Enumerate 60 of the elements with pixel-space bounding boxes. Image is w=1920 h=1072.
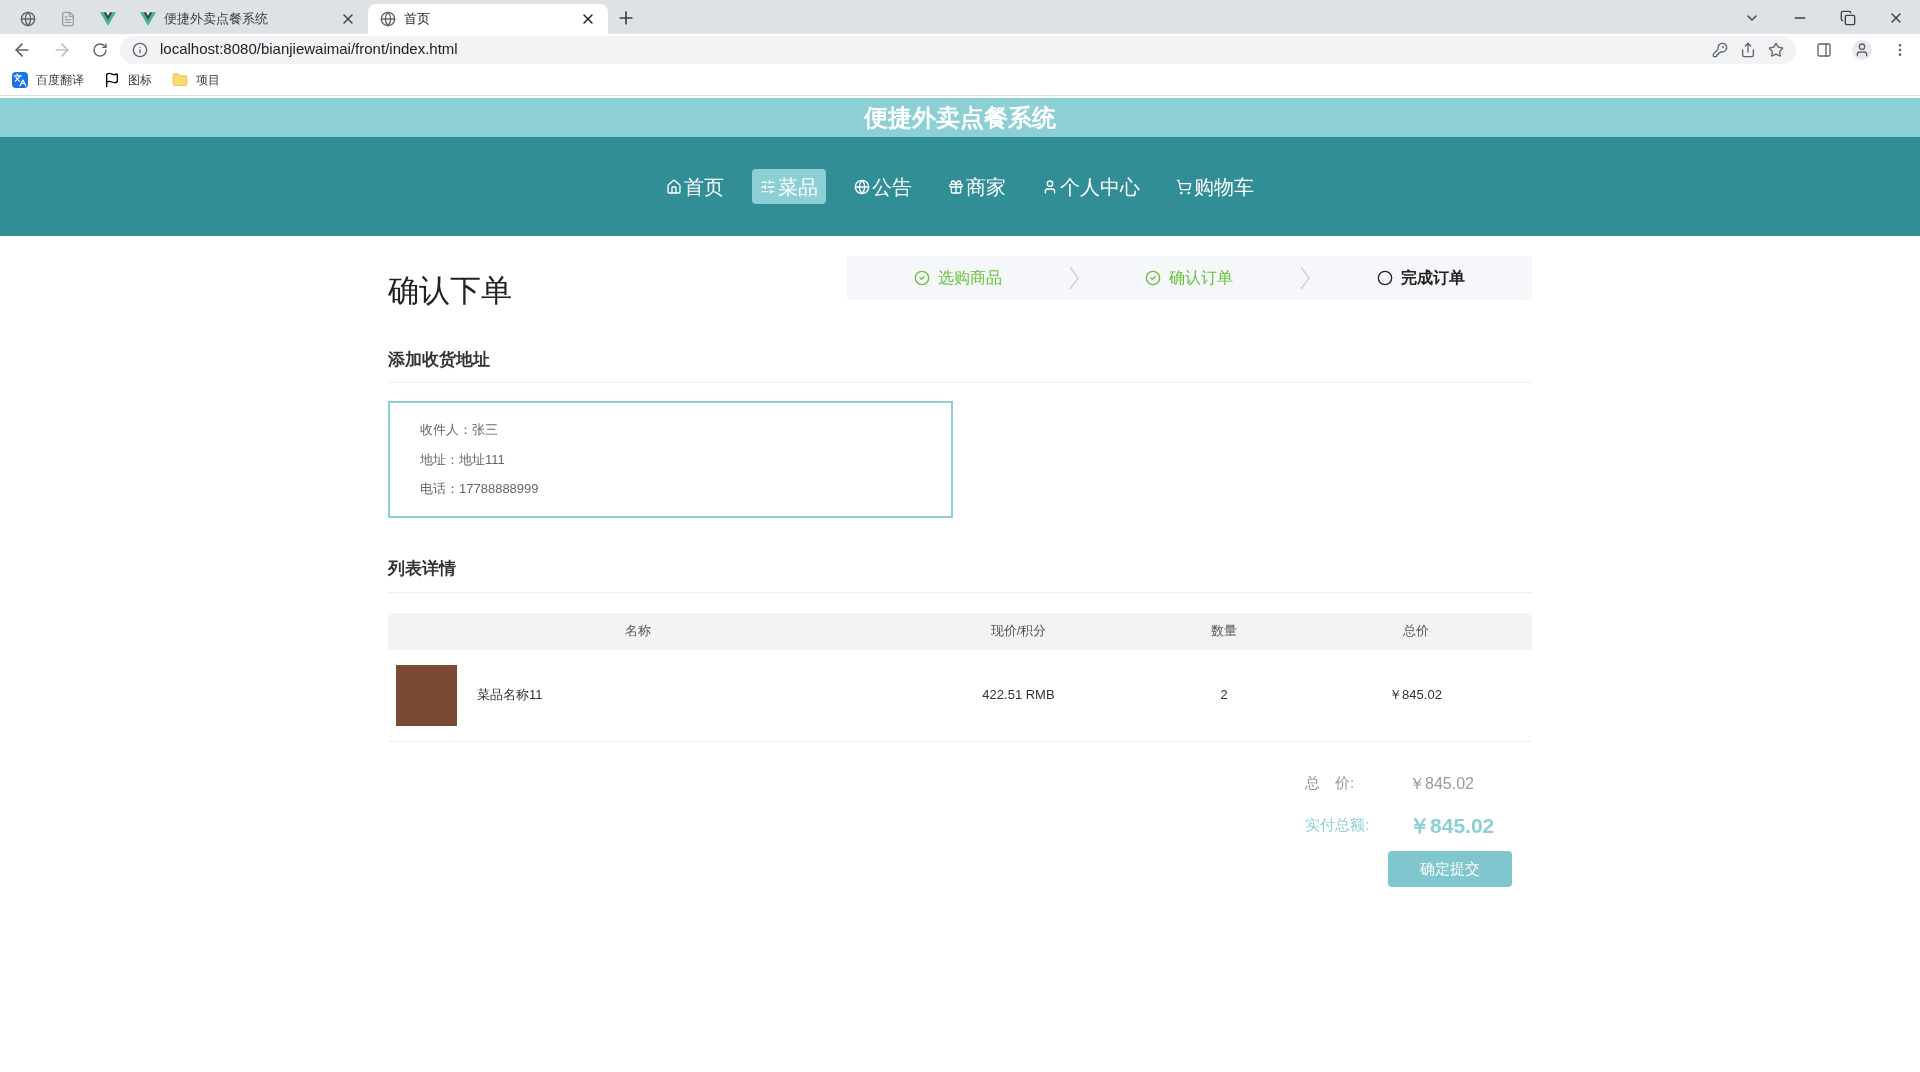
tab-title: 便捷外卖点餐系统 <box>164 10 269 29</box>
bookmark-link[interactable]: 项目 <box>196 71 220 89</box>
info-icon <box>132 41 148 58</box>
browser-tab[interactable]: 首页 <box>368 4 608 34</box>
browser-tab[interactable]: 便捷外卖点餐系统 <box>128 4 368 34</box>
site-title: 便捷外卖点餐系统 <box>864 102 1056 133</box>
translate-icon <box>12 72 28 88</box>
bookmark-link[interactable]: 百度翻译 <box>36 71 84 89</box>
column-header: 名称 <box>624 622 652 641</box>
step-label: 选购商品 <box>937 268 1002 288</box>
section-title: 添加收货地址 <box>388 348 491 371</box>
circle-icon <box>1377 270 1394 286</box>
gift-icon <box>948 178 964 195</box>
user-icon <box>1042 178 1058 195</box>
step-label: 确认订单 <box>1169 268 1234 288</box>
table-cell-text: 2 <box>1219 686 1229 705</box>
bookmark-link[interactable]: 图标 <box>128 71 152 89</box>
v-logo-icon <box>140 11 156 27</box>
profile-icon[interactable] <box>1852 39 1872 60</box>
v-logo-icon <box>100 11 116 27</box>
reload-icon[interactable] <box>92 41 108 58</box>
step-label: 完成订单 <box>1401 268 1466 288</box>
page-title: 确认下单 <box>388 272 512 310</box>
photo-placeholder <box>396 664 457 726</box>
column-header: 数量 <box>1210 622 1238 641</box>
address-card[interactable]: 收件人：张三 地址：地址111 电话：17788888999 <box>388 401 953 518</box>
globe-icon <box>20 11 36 27</box>
key-icon[interactable] <box>1712 41 1728 58</box>
folder-icon <box>172 72 188 88</box>
bookmark-star-icon[interactable] <box>1768 41 1784 58</box>
column-header: 总价 <box>1401 622 1430 641</box>
tab-title: 首页 <box>404 10 431 29</box>
flag-icon <box>104 72 120 88</box>
side-panel-icon[interactable] <box>1816 41 1832 58</box>
check-circle-icon <box>913 270 930 286</box>
check-circle-icon <box>1145 270 1162 286</box>
restore-icon[interactable] <box>1840 10 1856 26</box>
address-line: 地址：地址111 <box>420 450 506 469</box>
home-icon <box>666 178 682 195</box>
cart-icon <box>1176 178 1192 195</box>
share-icon[interactable] <box>1740 41 1756 58</box>
sliders-icon <box>760 178 776 195</box>
summary-value: ￥845.02 <box>1409 773 1474 794</box>
globe-icon <box>854 178 870 195</box>
dish-name: 菜品名称11 <box>477 686 543 705</box>
chevron-right-icon <box>1068 266 1079 290</box>
url-text: localhost:8080/bianjiewaimai/front/index.html <box>160 39 459 60</box>
address-line: 收件人：张三 <box>420 421 499 440</box>
chevron-right-icon <box>1300 266 1311 290</box>
address-bar[interactable]: localhost:8080/bianjiewaimai/front/index.html <box>120 35 1796 64</box>
globe-icon <box>380 11 396 27</box>
summary-label: 实付总额: <box>1304 815 1370 835</box>
page-icon <box>60 11 76 27</box>
table-cell-text: 422.51 RMB <box>981 686 1056 705</box>
section-title: 列表详情 <box>388 558 457 580</box>
summary-label: 总 价: <box>1304 773 1356 794</box>
paid-amount: ￥845.02 <box>1409 812 1496 839</box>
address-line: 电话：17788888999 <box>420 480 540 499</box>
table-cell-text: ￥845.02 <box>1388 686 1443 705</box>
column-header: 现价/积分 <box>989 622 1048 641</box>
